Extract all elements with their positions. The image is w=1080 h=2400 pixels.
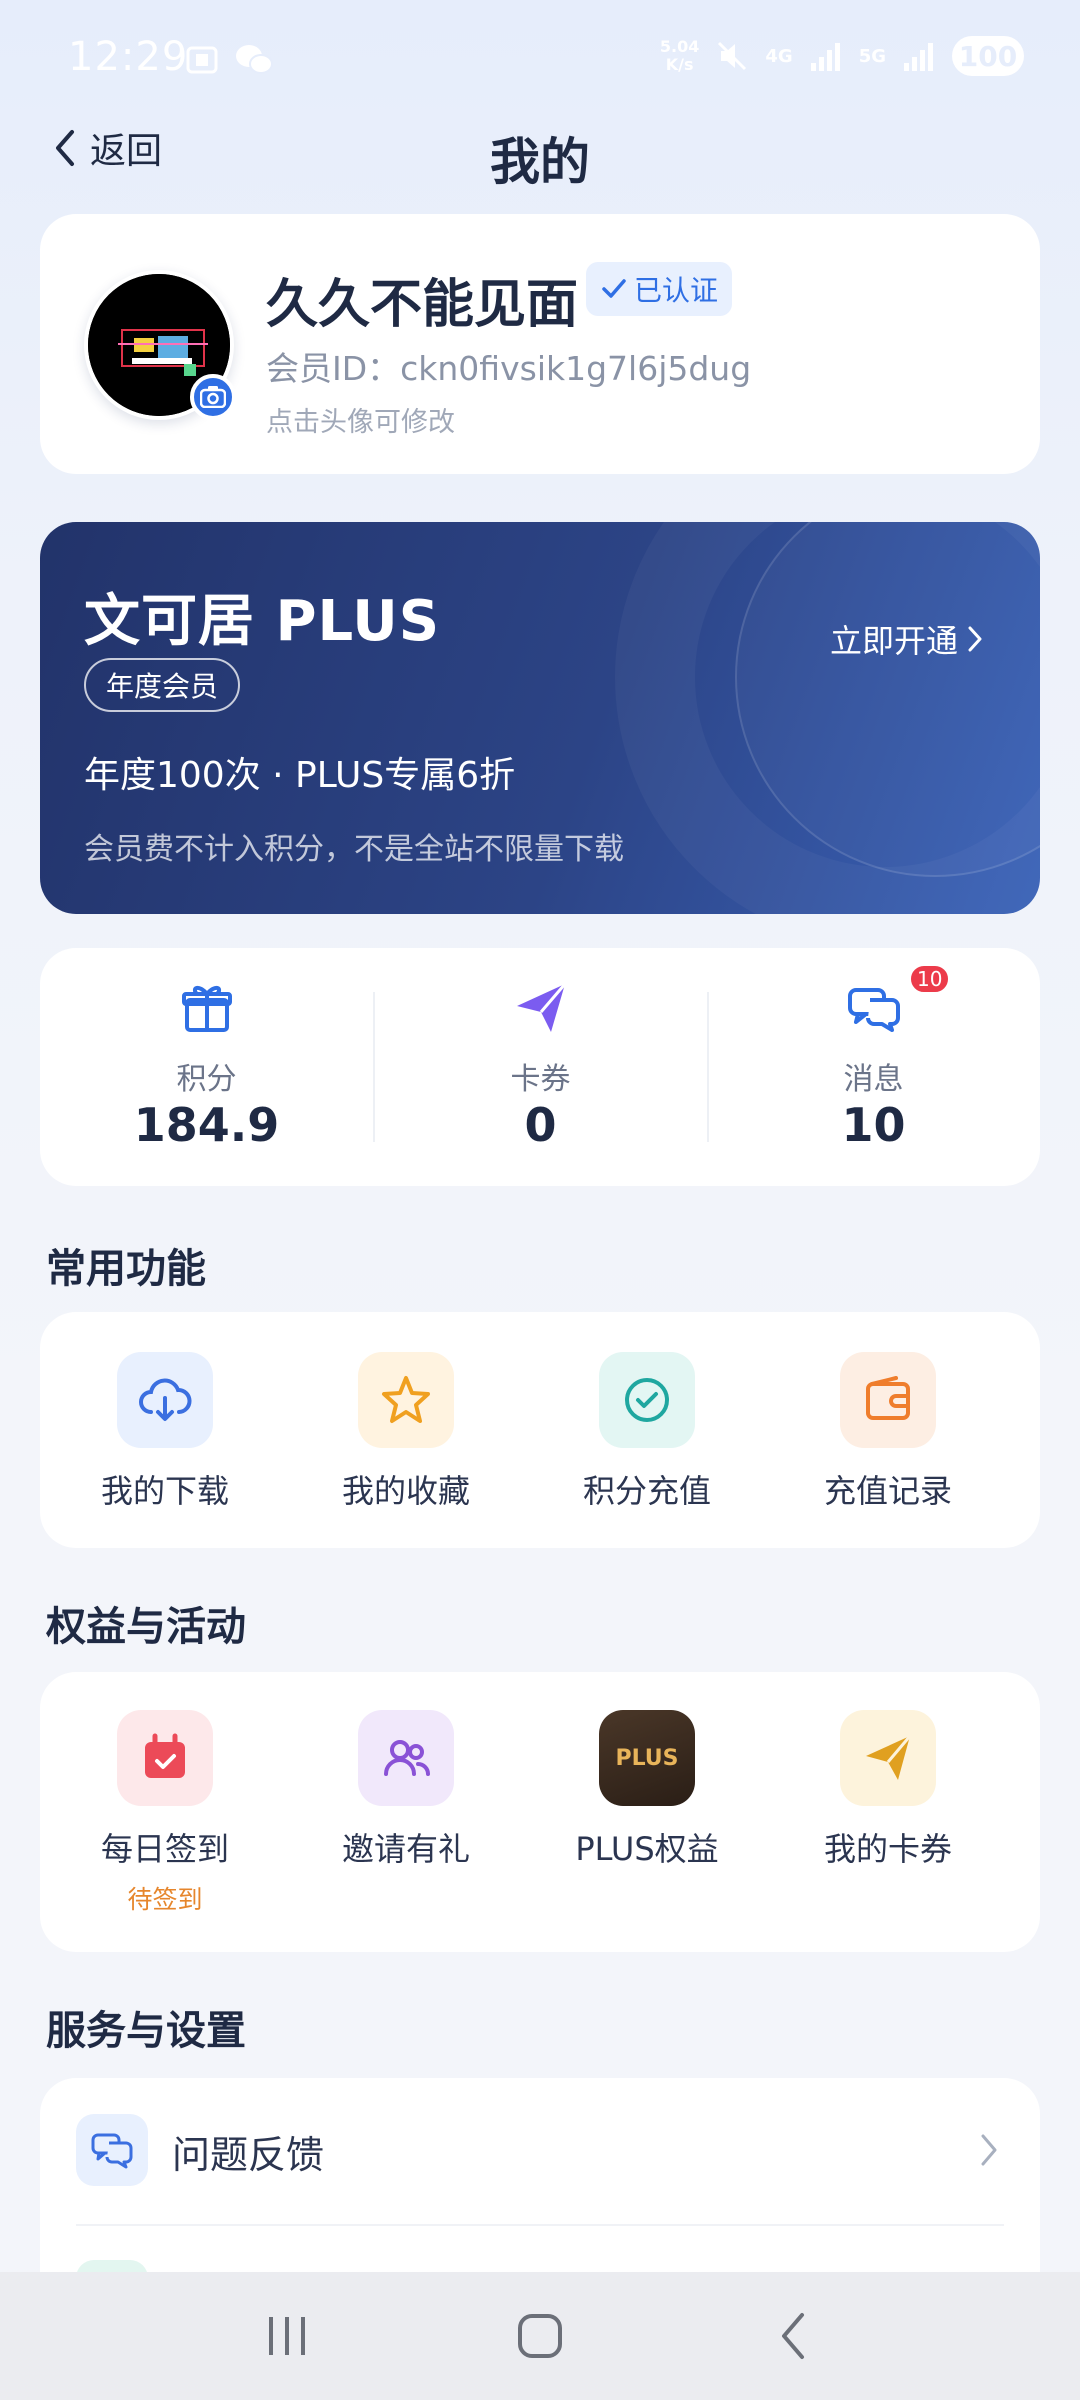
section-title-services: 服务与设置 — [46, 2008, 246, 2054]
back-button[interactable]: 返回 — [50, 122, 162, 174]
checkin-status: 待签到 — [127, 1885, 203, 1914]
recent-apps-icon — [268, 2317, 305, 2355]
plus-note: 会员费不计入积分，不是全站不限量下载 — [84, 832, 624, 867]
home-icon — [517, 2314, 562, 2358]
stat-value: 10 — [841, 1098, 906, 1152]
grid-item-downloads[interactable]: 我的下载 — [40, 1312, 290, 1548]
camera-icon[interactable] — [190, 374, 236, 420]
stat-points[interactable]: 积分 184.9 — [40, 948, 373, 1186]
profile-card: 久久不能见面 已认证 会员ID：ckn0fivsik1g7l6j5dug 点击头… — [40, 214, 1040, 474]
common-functions-card: 我的下载 我的收藏 积分充值 充值记录 — [40, 1312, 1040, 1548]
users-icon — [358, 1710, 454, 1806]
verified-badge: 已认证 — [586, 262, 733, 316]
grid-item-plus-benefits[interactable]: PLUS PLUS权益 — [522, 1672, 772, 1952]
stat-label: 积分 — [176, 1062, 237, 1097]
benefits-card: 每日签到 待签到 邀请有礼 PLUS PLUS权益 我的卡券 — [40, 1672, 1040, 1952]
stat-label: 消息 — [843, 1062, 904, 1097]
stats-card: 积分 184.9 卡券 0 10 消息 10 — [40, 948, 1040, 1186]
list-item-feedback[interactable]: 问题反馈 — [40, 2078, 1040, 2226]
section-title-benefits: 权益与活动 — [46, 1604, 246, 1650]
mute-icon — [718, 41, 747, 71]
signal-icon — [904, 43, 933, 71]
status-time: 12:29 — [68, 34, 189, 80]
check-circle-icon — [599, 1352, 695, 1448]
plus-membership-card[interactable]: 文可居 PLUS 年度会员 立即开通 年度100次 · PLUS专属6折 会员费… — [40, 522, 1040, 914]
grid-label: 积分充值 — [582, 1472, 711, 1510]
plus-tag: 年度会员 — [84, 658, 241, 712]
stat-messages[interactable]: 10 消息 10 — [707, 948, 1040, 1186]
section-title-common: 常用功能 — [46, 1246, 206, 1292]
calendar-check-icon — [117, 1710, 213, 1806]
wallet-icon — [840, 1352, 936, 1448]
system-navigation-bar — [0, 2272, 1080, 2400]
member-id: 会员ID：ckn0fivsik1g7l6j5dug — [266, 349, 752, 388]
chat-icon — [847, 988, 900, 1032]
status-right: 5.04 K/s 4G 5G 100 — [660, 36, 1024, 76]
grid-label: 每日签到 — [100, 1830, 229, 1868]
home-button[interactable] — [480, 2286, 600, 2386]
chat-icon — [76, 2114, 148, 2186]
plus-open-button[interactable]: 立即开通 — [830, 616, 984, 662]
cloud-download-icon — [117, 1352, 213, 1448]
grid-label: 我的收藏 — [341, 1472, 470, 1510]
signal-icon — [810, 43, 840, 71]
verified-label: 已认证 — [634, 274, 719, 307]
recent-apps-button[interactable] — [227, 2286, 347, 2386]
chevron-right-icon — [981, 2134, 997, 2166]
stat-coupons[interactable]: 卡券 0 — [374, 948, 707, 1186]
back-arrow-icon — [782, 2313, 805, 2359]
check-icon — [602, 279, 626, 298]
chevron-right-icon — [968, 626, 982, 652]
list-label: 问题反馈 — [172, 2133, 325, 2177]
gift-icon — [181, 986, 232, 1032]
grid-item-daily-checkin[interactable]: 每日签到 待签到 — [40, 1672, 290, 1952]
stat-label: 卡券 — [510, 1062, 571, 1097]
plus-description: 年度100次 · PLUS专属6折 — [84, 755, 516, 796]
status-notification-icons — [184, 42, 274, 78]
paper-plane-icon — [516, 983, 566, 1032]
chevron-left-icon — [56, 130, 74, 166]
user-name: 久久不能见面 — [266, 275, 579, 335]
plus-badge-icon: PLUS — [599, 1710, 695, 1806]
avatar-hint: 点击头像可修改 — [266, 407, 455, 438]
grid-item-invite[interactable]: 邀请有礼 — [281, 1672, 531, 1952]
back-label: 返回 — [90, 131, 163, 172]
grid-label: PLUS权益 — [575, 1830, 719, 1868]
grid-item-my-coupons[interactable]: 我的卡券 — [763, 1672, 1013, 1952]
network-4g: 4G — [765, 45, 793, 67]
paper-plane-icon — [840, 1710, 936, 1806]
stat-value: 184.9 — [133, 1098, 280, 1152]
battery-indicator: 100 — [952, 36, 1024, 76]
grid-label: 邀请有礼 — [341, 1830, 470, 1868]
grid-item-recharge-history[interactable]: 充值记录 — [763, 1312, 1013, 1548]
wechat-icon — [236, 45, 273, 74]
stat-value: 0 — [524, 1098, 557, 1152]
status-bar: 12:29 5.04 K/s 4G 5G 100 — [0, 0, 1080, 120]
grid-label: 充值记录 — [823, 1472, 952, 1510]
star-icon — [358, 1352, 454, 1448]
grid-label: 我的卡券 — [823, 1830, 952, 1868]
message-count-badge: 10 — [909, 964, 951, 994]
grid-item-favorites[interactable]: 我的收藏 — [281, 1312, 531, 1548]
network-5g: 5G — [858, 45, 886, 67]
grid-label: 我的下载 — [100, 1472, 229, 1510]
plus-title: 文可居 PLUS — [84, 589, 441, 654]
network-speed: 5.04 K/s — [659, 37, 700, 74]
grid-item-recharge[interactable]: 积分充值 — [522, 1312, 772, 1548]
screenshot-icon — [186, 46, 218, 74]
system-back-button[interactable] — [733, 2286, 853, 2386]
